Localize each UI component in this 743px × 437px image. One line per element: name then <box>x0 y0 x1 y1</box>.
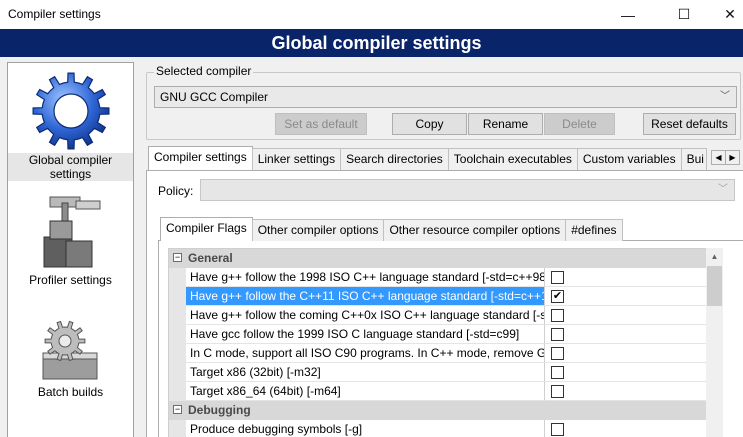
tab-toolchain-executables[interactable]: Toolchain executables <box>447 148 578 170</box>
selected-compiler-label: Selected compiler <box>154 64 254 78</box>
tab-other-compiler-options[interactable]: Other compiler options <box>251 219 385 241</box>
tab-scroll-buttons: ◀ ▶ <box>711 150 740 165</box>
sidebar-item-label: Profiler settings <box>29 273 112 287</box>
title-bar: Compiler settings — ☐ ✕ <box>0 0 743 29</box>
option-checkbox[interactable] <box>551 423 564 436</box>
collapse-icon[interactable]: − <box>173 253 182 262</box>
maximize-button[interactable]: ☐ <box>661 0 707 29</box>
chevron-down-icon: ﹀ <box>720 91 730 102</box>
tab-defines[interactable]: #defines <box>565 219 623 241</box>
category-general: − General <box>169 249 706 268</box>
table-row[interactable]: Have gcc follow the 1999 ISO C language … <box>169 325 706 344</box>
window-title: Compiler settings <box>8 7 101 21</box>
option-label: In C mode, support all ISO C90 programs.… <box>186 344 545 363</box>
option-value-cell <box>545 325 706 344</box>
copy-button[interactable]: Copy <box>392 113 467 135</box>
option-value-cell <box>545 363 706 382</box>
chevron-down-icon: ﹀ <box>718 184 728 195</box>
option-checkbox[interactable] <box>551 366 564 379</box>
option-value-cell: ✔ <box>545 287 706 306</box>
row-gutter <box>169 344 186 363</box>
table-row[interactable]: Produce debugging symbols [-g] <box>169 420 706 437</box>
row-gutter <box>169 420 186 437</box>
profiler-icon <box>43 196 100 268</box>
table-row[interactable]: Have g++ follow the 1998 ISO C++ languag… <box>169 268 706 287</box>
sidebar-item-label: Global compiler settings <box>8 153 133 181</box>
set-as-default-button[interactable]: Set as default <box>275 113 367 135</box>
close-icon: ✕ <box>724 6 736 22</box>
tab-compiler-settings[interactable]: Compiler settings <box>148 146 253 170</box>
close-button[interactable]: ✕ <box>707 0 743 29</box>
row-gutter <box>169 306 186 325</box>
banner-title: Global compiler settings <box>271 33 482 53</box>
option-checkbox[interactable] <box>551 271 564 284</box>
row-gutter <box>169 382 186 401</box>
option-value-cell <box>545 306 706 325</box>
main-tab-bar: Compiler settings Linker settings Search… <box>148 146 707 172</box>
option-checkbox[interactable] <box>551 309 564 322</box>
option-value-cell <box>545 268 706 287</box>
tab-scroll-left-icon[interactable]: ◀ <box>711 150 726 165</box>
row-gutter <box>169 363 186 382</box>
row-gutter <box>169 268 186 287</box>
category-title: General <box>188 251 233 265</box>
sidebar-item-batch-builds[interactable]: Batch builds <box>8 319 133 399</box>
sidebar-item-global-compiler-settings[interactable]: Global compiler settings <box>8 69 133 181</box>
minimize-button[interactable]: — <box>605 0 651 29</box>
gear-icon <box>32 72 109 150</box>
option-label: Target x86_64 (64bit) [-m64] <box>186 382 545 401</box>
category-title: Debugging <box>188 403 251 417</box>
tab-search-directories[interactable]: Search directories <box>340 148 449 170</box>
policy-label: Policy: <box>158 184 194 198</box>
page-banner: Global compiler settings <box>0 29 743 57</box>
policy-select[interactable]: ﹀ <box>200 179 735 201</box>
option-value-cell <box>545 344 706 363</box>
sub-tab-bar: Compiler Flags Other compiler options Ot… <box>160 217 623 243</box>
compiler-select[interactable]: GNU GCC Compiler ﹀ <box>154 86 737 108</box>
category-debugging: − Debugging <box>169 401 706 420</box>
table-row[interactable]: Have g++ follow the C++11 ISO C++ langua… <box>169 287 706 306</box>
option-value-cell <box>545 382 706 401</box>
scroll-up-icon[interactable]: ▲ <box>706 248 723 265</box>
option-value-cell <box>545 420 706 437</box>
option-label: Have g++ follow the C++11 ISO C++ langua… <box>186 287 545 306</box>
rename-button[interactable]: Rename <box>468 113 543 135</box>
table-row[interactable]: In C mode, support all ISO C90 programs.… <box>169 344 706 363</box>
tab-compiler-flags[interactable]: Compiler Flags <box>160 217 253 241</box>
reset-defaults-button[interactable]: Reset defaults <box>643 113 736 135</box>
option-checkbox[interactable] <box>551 347 564 360</box>
tab-other-resource-compiler-options[interactable]: Other resource compiler options <box>383 219 567 241</box>
table-row[interactable]: Target x86 (32bit) [-m32] <box>169 363 706 382</box>
check-icon[interactable]: ✔ <box>551 290 564 303</box>
option-label: Have g++ follow the coming C++0x ISO C++… <box>186 306 545 325</box>
sidebar-item-label: Batch builds <box>37 385 104 399</box>
sidebar: Global compiler settings Profiler settin… <box>7 62 134 437</box>
maximize-icon: ☐ <box>677 6 691 22</box>
option-label: Have gcc follow the 1999 ISO C language … <box>186 325 545 344</box>
collapse-icon[interactable]: − <box>173 405 182 414</box>
tab-scroll-right-icon[interactable]: ▶ <box>725 150 740 165</box>
tab-custom-variables[interactable]: Custom variables <box>576 148 682 170</box>
option-checkbox[interactable] <box>551 328 564 341</box>
vertical-scrollbar[interactable]: ▲ <box>706 248 723 437</box>
batch-builds-icon <box>42 320 97 380</box>
tab-linker-settings[interactable]: Linker settings <box>251 148 342 170</box>
option-checkbox[interactable] <box>551 385 564 398</box>
table-row[interactable]: Have g++ follow the coming C++0x ISO C++… <box>169 306 706 325</box>
compiler-flags-grid: − General Have g++ follow the 1998 ISO C… <box>168 248 706 437</box>
row-gutter <box>169 325 186 344</box>
delete-button[interactable]: Delete <box>544 113 615 135</box>
row-gutter <box>169 287 186 306</box>
option-label: Target x86 (32bit) [-m32] <box>186 363 545 382</box>
minimize-icon: — <box>621 6 635 23</box>
option-label: Produce debugging symbols [-g] <box>186 420 545 437</box>
option-label: Have g++ follow the 1998 ISO C++ languag… <box>186 268 545 287</box>
scrollbar-thumb[interactable] <box>707 266 722 306</box>
tab-build-options[interactable]: Bui <box>680 148 707 170</box>
sidebar-item-profiler-settings[interactable]: Profiler settings <box>8 191 133 287</box>
compiler-select-value: GNU GCC Compiler <box>160 90 269 104</box>
table-row[interactable]: Target x86_64 (64bit) [-m64] <box>169 382 706 401</box>
